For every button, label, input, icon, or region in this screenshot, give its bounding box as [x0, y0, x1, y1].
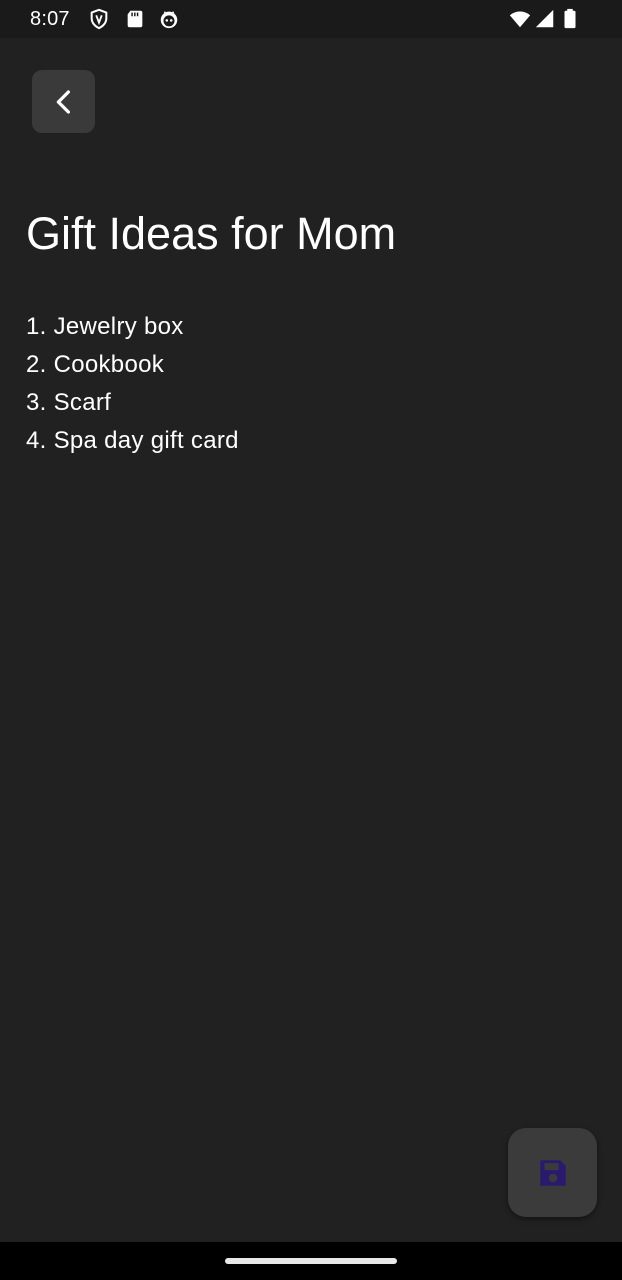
navigation-bar [0, 1242, 622, 1280]
status-time: 8:07 [30, 8, 70, 30]
battery-icon [562, 8, 578, 30]
note-line: 1. Jewelry box [26, 313, 184, 340]
chevron-left-icon [49, 87, 79, 117]
note-line: 3. Scarf [26, 389, 112, 416]
note-title[interactable]: Gift Ideas for Mom [26, 208, 396, 260]
android-robot-icon [158, 8, 180, 30]
sd-card-icon [124, 8, 146, 30]
save-button[interactable] [508, 1128, 597, 1217]
note-editor-screen: 8:07 Gift Ideas for Mom 1. Jewelry box 2… [0, 0, 622, 1280]
home-gesture-handle[interactable] [225, 1258, 397, 1264]
note-line: 2. Cookbook [26, 351, 165, 378]
cellular-signal-icon [534, 8, 556, 30]
note-body[interactable]: 1. Jewelry box 2. Cookbook 3. Scarf 4. S… [26, 308, 586, 460]
status-bar: 8:07 [0, 0, 622, 38]
save-icon [536, 1156, 570, 1190]
back-button[interactable] [32, 70, 95, 133]
wifi-icon [508, 8, 532, 30]
shield-icon [88, 8, 110, 30]
note-line: 4. Spa day gift card [26, 427, 239, 454]
